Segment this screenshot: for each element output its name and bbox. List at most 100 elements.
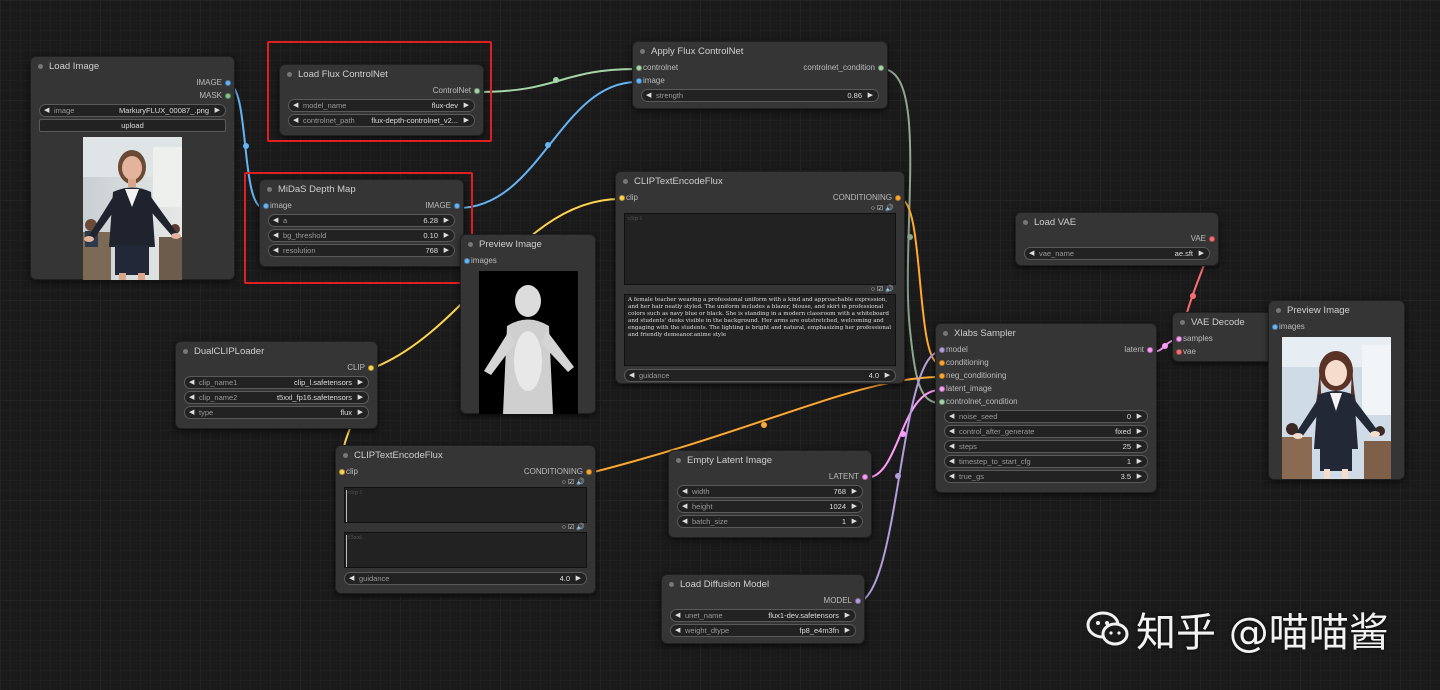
true-gs-widget[interactable]: ◀ true_gs 3.5 ▶ [944, 470, 1148, 483]
decrement-arrow-icon[interactable]: ◀ [189, 377, 194, 388]
collapse-dot-icon[interactable] [1180, 320, 1185, 325]
increment-arrow-icon[interactable]: ▶ [358, 407, 363, 418]
slot-row-samples[interactable]: samples [1173, 332, 1275, 345]
noise-seed-widget[interactable]: ◀ noise_seed 0 ▶ [944, 410, 1148, 423]
output-dot[interactable] [225, 93, 231, 99]
clip-l-textarea[interactable]: clip l [624, 213, 896, 285]
slot-row-conditioning[interactable]: conditioning [936, 356, 1156, 369]
slot-row-controlnet[interactable]: controlnet controlnet_condition [633, 61, 887, 74]
batch-size-widget[interactable]: ◀ batch_size 1 ▶ [677, 515, 863, 528]
node-title[interactable]: Load Image [31, 57, 234, 76]
slot-row-vae[interactable]: vae [1173, 345, 1275, 358]
load-image-node[interactable]: Load Image IMAGE MASK ◀ image MarkuryFLUX_… [30, 56, 235, 280]
increment-arrow-icon[interactable]: ▶ [358, 392, 363, 403]
output-slot-mask[interactable]: MASK [31, 89, 234, 102]
decrement-arrow-icon[interactable]: ◀ [949, 441, 954, 452]
clip-name1-widget[interactable]: ◀ clip_name1 clip_l.safetensors ▶ [184, 376, 369, 389]
collapse-dot-icon[interactable] [183, 349, 188, 354]
clip-l-textarea[interactable]: clip l [344, 487, 587, 523]
textarea-toolbar-icons[interactable]: ○☑🔊 [562, 523, 587, 531]
timestep-to-start-cfg-widget[interactable]: ◀ timestep_to_start_cfg 1 ▶ [944, 455, 1148, 468]
slot-row-images[interactable]: images [461, 254, 595, 267]
load-diffusion-model-node[interactable]: Load Diffusion Model MODEL ◀ unet_name flu… [661, 574, 865, 644]
strength-widget[interactable]: ◀ strength 0.86 ▶ [641, 89, 879, 102]
output-slot-clip[interactable]: CLIP [176, 361, 377, 374]
increment-arrow-icon[interactable]: ▶ [215, 105, 220, 116]
node-title[interactable]: Load Diffusion Model [662, 575, 864, 594]
textarea-toolbar-icons[interactable]: ○☑🔊 [562, 478, 587, 486]
collapse-dot-icon[interactable] [1023, 220, 1028, 225]
decrement-arrow-icon[interactable]: ◀ [675, 610, 680, 621]
node-title[interactable]: Load VAE [1016, 213, 1218, 232]
input-dot[interactable] [939, 373, 945, 379]
node-title[interactable]: Apply Flux ControlNet [633, 42, 887, 61]
textarea-toolbar-icons[interactable]: ○☑🔊 [871, 204, 896, 212]
decrement-arrow-icon[interactable]: ◀ [682, 516, 687, 527]
vae-name-widget[interactable]: ◀ vae_name ae.sft ▶ [1024, 247, 1210, 260]
guidance-widget[interactable]: ◀ guidance 4.0 ▶ [344, 572, 587, 585]
type-widget[interactable]: ◀ type flux ▶ [184, 406, 369, 419]
node-title[interactable]: Xlabs Sampler [936, 324, 1156, 343]
decrement-arrow-icon[interactable]: ◀ [682, 486, 687, 497]
decrement-arrow-icon[interactable]: ◀ [949, 456, 954, 467]
output-dot[interactable] [1209, 236, 1215, 242]
collapse-dot-icon[interactable] [676, 458, 681, 463]
textarea-toolbar-icons[interactable]: ○☑🔊 [871, 285, 896, 293]
output-slot-model[interactable]: MODEL [662, 594, 864, 607]
input-dot[interactable] [939, 360, 945, 366]
increment-arrow-icon[interactable]: ▶ [1199, 248, 1204, 259]
output-dot[interactable] [586, 469, 592, 475]
decrement-arrow-icon[interactable]: ◀ [646, 90, 651, 101]
slot-row-clip[interactable]: clip CONDITIONING [616, 191, 904, 204]
output-dot[interactable] [368, 365, 374, 371]
node-title[interactable]: CLIPTextEncodeFlux [336, 446, 595, 465]
decrement-arrow-icon[interactable]: ◀ [629, 370, 634, 381]
increment-arrow-icon[interactable]: ▶ [885, 370, 890, 381]
input-dot[interactable] [619, 195, 625, 201]
upload-button[interactable]: upload [39, 119, 226, 132]
input-dot[interactable] [1272, 324, 1278, 330]
input-dot[interactable] [939, 399, 945, 405]
clip-text-encode-positive-node[interactable]: CLIPTextEncodeFlux clip CONDITIONING ○☑🔊… [615, 171, 905, 384]
increment-arrow-icon[interactable]: ▶ [1137, 441, 1142, 452]
slot-row-latent-image[interactable]: latent_image [936, 382, 1156, 395]
increment-arrow-icon[interactable]: ▶ [845, 610, 850, 621]
dual-clip-loader-node[interactable]: DualCLIPLoader CLIP ◀ clip_name1 clip_l.sa… [175, 341, 378, 429]
input-dot[interactable] [636, 78, 642, 84]
output-slot-image[interactable]: IMAGE [31, 76, 234, 89]
empty-latent-image-node[interactable]: Empty Latent Image LATENT ◀ width 768 ▶ ◀ he… [668, 450, 872, 538]
weight-dtype-widget[interactable]: ◀ weight_dtype fp8_e4m3fn ▶ [670, 624, 856, 637]
node-title[interactable]: DualCLIPLoader [176, 342, 377, 361]
height-widget[interactable]: ◀ height 1024 ▶ [677, 500, 863, 513]
control-after-generate-widget[interactable]: ◀ control_after_generate fixed ▶ [944, 425, 1148, 438]
node-title[interactable]: Preview Image [461, 235, 595, 254]
collapse-dot-icon[interactable] [943, 331, 948, 336]
node-title[interactable]: VAE Decode [1173, 313, 1275, 332]
increment-arrow-icon[interactable]: ▶ [868, 90, 873, 101]
slot-row-controlnet-condition[interactable]: controlnet_condition [936, 395, 1156, 408]
collapse-dot-icon[interactable] [669, 582, 674, 587]
decrement-arrow-icon[interactable]: ◀ [675, 625, 680, 636]
steps-widget[interactable]: ◀ steps 25 ▶ [944, 440, 1148, 453]
collapse-dot-icon[interactable] [623, 179, 628, 184]
preview-image-final-node[interactable]: Preview Image images [1268, 300, 1405, 480]
load-vae-node[interactable]: Load VAE VAE ◀ vae_name ae.sft ▶ [1015, 212, 1219, 266]
input-dot[interactable] [1176, 336, 1182, 342]
increment-arrow-icon[interactable]: ▶ [1137, 426, 1142, 437]
width-widget[interactable]: ◀ width 768 ▶ [677, 485, 863, 498]
slot-row-clip[interactable]: clip CONDITIONING [336, 465, 595, 478]
increment-arrow-icon[interactable]: ▶ [1137, 411, 1142, 422]
increment-arrow-icon[interactable]: ▶ [852, 516, 857, 527]
node-title[interactable]: Preview Image [1269, 301, 1404, 320]
input-dot[interactable] [464, 258, 470, 264]
slot-row-neg-conditioning[interactable]: neg_conditioning [936, 369, 1156, 382]
output-dot[interactable] [1147, 347, 1153, 353]
increment-arrow-icon[interactable]: ▶ [576, 573, 581, 584]
slot-row-model[interactable]: model latent [936, 343, 1156, 356]
collapse-dot-icon[interactable] [1276, 308, 1281, 313]
output-dot[interactable] [225, 80, 231, 86]
output-slot-vae[interactable]: VAE [1016, 232, 1218, 245]
decrement-arrow-icon[interactable]: ◀ [44, 105, 49, 116]
collapse-dot-icon[interactable] [468, 242, 473, 247]
decrement-arrow-icon[interactable]: ◀ [189, 407, 194, 418]
